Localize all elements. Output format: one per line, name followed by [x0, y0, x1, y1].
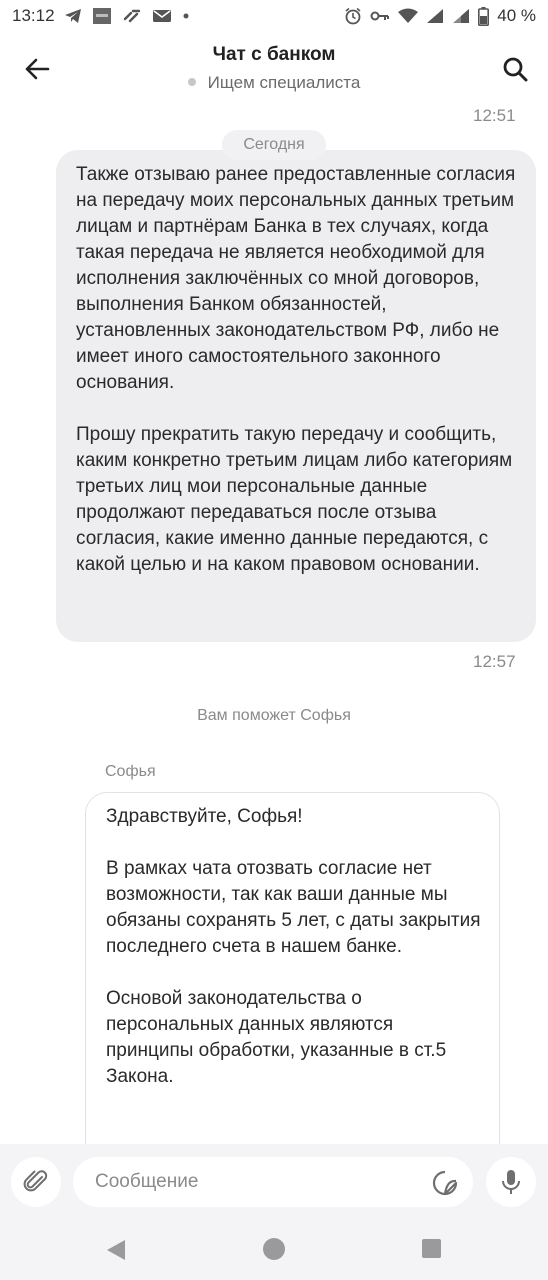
dot-icon: [183, 13, 189, 19]
system-nav-bar: [0, 1218, 548, 1280]
chat-title: Чат с банком: [212, 44, 336, 65]
paperclip-icon: [23, 1170, 48, 1192]
sticker-button[interactable]: [428, 1166, 462, 1200]
chat-subtitle: Ищем специалиста: [0, 73, 548, 93]
signal-icon: [427, 9, 444, 23]
message-composer: [0, 1144, 548, 1218]
message-paragraph: Здравствуйте, Софья!: [106, 806, 303, 827]
mail-icon: [153, 10, 171, 22]
attach-button[interactable]: [11, 1157, 61, 1207]
search-button[interactable]: [498, 52, 532, 86]
microphone-icon: [502, 1170, 520, 1194]
battery-icon: [478, 6, 490, 26]
microphone-button[interactable]: [486, 1157, 536, 1207]
notification-icons: [64, 6, 190, 26]
message-input[interactable]: [73, 1157, 473, 1207]
signal-icon: [453, 9, 470, 23]
telegram-icon: [65, 9, 81, 23]
nav-back-icon[interactable]: [104, 1238, 128, 1262]
chat-status-text: Ищем специалиста: [207, 73, 361, 92]
key-icon: [370, 11, 390, 21]
status-bar: 13:12 40 %: [0, 0, 548, 32]
date-separator: Сегодня: [222, 130, 326, 160]
message-paragraph: Прошу прекратить такую передачу и сообщи…: [76, 424, 513, 575]
outgoing-message[interactable]: Также отзываю ранее предоставленные согл…: [56, 150, 536, 642]
sticker-icon: [432, 1170, 458, 1196]
message-time: 12:57: [473, 652, 516, 671]
status-time: 13:12: [12, 6, 55, 25]
nav-home-icon[interactable]: [263, 1238, 285, 1260]
wifi-icon: [398, 8, 419, 23]
app-icon: [93, 8, 111, 24]
battery-percent: 40 %: [497, 6, 536, 25]
alarm-icon: [345, 7, 361, 25]
message-paragraph: Основой законодательства о персональных …: [106, 988, 447, 1087]
search-icon: [503, 57, 528, 82]
system-icons: 40 %: [344, 5, 536, 27]
link-icon: [123, 9, 141, 23]
message-paragraph: Также отзываю ранее предоставленные согл…: [76, 164, 516, 393]
message-time: 12:51: [473, 106, 516, 125]
system-note: Вам поможет Софья: [197, 707, 351, 724]
sender-name: Софья: [105, 763, 156, 780]
nav-recents-icon[interactable]: [422, 1239, 441, 1258]
message-paragraph: В рамках чата отозвать согласие нет возм…: [106, 858, 481, 957]
status-dot: [187, 77, 196, 86]
chat-header: Чат с банком Ищем специалиста: [0, 32, 548, 104]
